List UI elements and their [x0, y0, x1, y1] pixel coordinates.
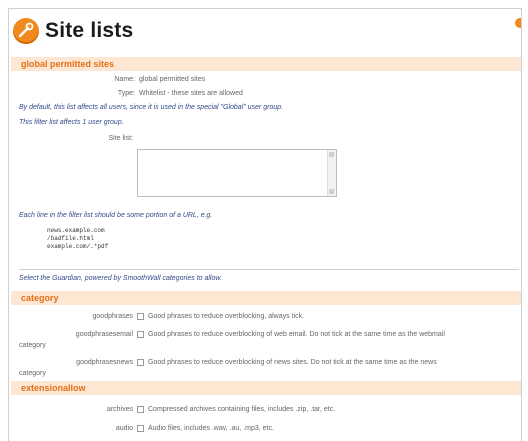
- page-header: Site lists: [13, 15, 133, 47]
- note-default: By default, this list affects all users,…: [19, 104, 284, 111]
- goodphrases-checkbox[interactable]: [137, 313, 144, 320]
- extension-desc: Compressed archives containing files, in…: [148, 406, 336, 413]
- archives-checkbox[interactable]: [137, 406, 144, 413]
- section-header-category: category: [11, 291, 521, 305]
- goodphrasesemail-checkbox[interactable]: [137, 331, 144, 338]
- note-affects: This filter list affects 1 user group.: [19, 119, 124, 126]
- extension-name: audio: [115, 425, 133, 432]
- name-value: global permitted sites: [139, 76, 206, 83]
- tools-icon: [13, 18, 39, 44]
- section-header-global: global permitted sites: [11, 57, 521, 71]
- type-value: Whitelist - these sites are allowed: [139, 90, 243, 97]
- scroll-up-icon[interactable]: [329, 152, 334, 157]
- category-desc: Good phrases to reduce overblocking of n…: [148, 359, 437, 366]
- category-desc-wrap: category: [19, 342, 46, 349]
- goodphrasesnews-checkbox[interactable]: [137, 359, 144, 366]
- corner-icon: [515, 18, 521, 28]
- page-title: Site lists: [45, 19, 134, 42]
- example-line: example.com/.*pdf: [47, 243, 109, 250]
- scroll-down-icon[interactable]: [329, 189, 334, 194]
- audio-checkbox[interactable]: [137, 425, 144, 432]
- example-line: /badfile.html: [47, 235, 94, 242]
- extension-desc: Audio files, includes .wav, .au, .mp3, e…: [148, 425, 274, 432]
- note-select: Select the Guardian, powered by SmoothWa…: [19, 275, 222, 282]
- category-desc: Good phrases to reduce overblocking of w…: [148, 331, 445, 338]
- divider: [19, 269, 519, 270]
- site-list-label: Site list:: [108, 135, 133, 142]
- name-label: Name:: [114, 76, 135, 83]
- category-name: goodphrases: [92, 313, 133, 320]
- category-desc-wrap: category: [19, 370, 46, 377]
- category-desc: Good phrases to reduce overblocking, alw…: [148, 313, 305, 320]
- category-name: goodphrasesnews: [76, 359, 133, 366]
- note-each-line: Each line in the filter list should be s…: [19, 212, 213, 219]
- main-panel: Site lists global permitted sites Name: …: [8, 8, 522, 441]
- example-line: news.example.com: [47, 227, 105, 234]
- type-label: Type:: [117, 90, 135, 97]
- textarea-scrollbar[interactable]: [327, 150, 336, 196]
- section-header-extensionallow: extensionallow: [11, 381, 521, 395]
- site-list-textarea[interactable]: [137, 149, 337, 197]
- extension-name: archives: [106, 406, 133, 413]
- category-name: goodphrasesemail: [75, 331, 133, 338]
